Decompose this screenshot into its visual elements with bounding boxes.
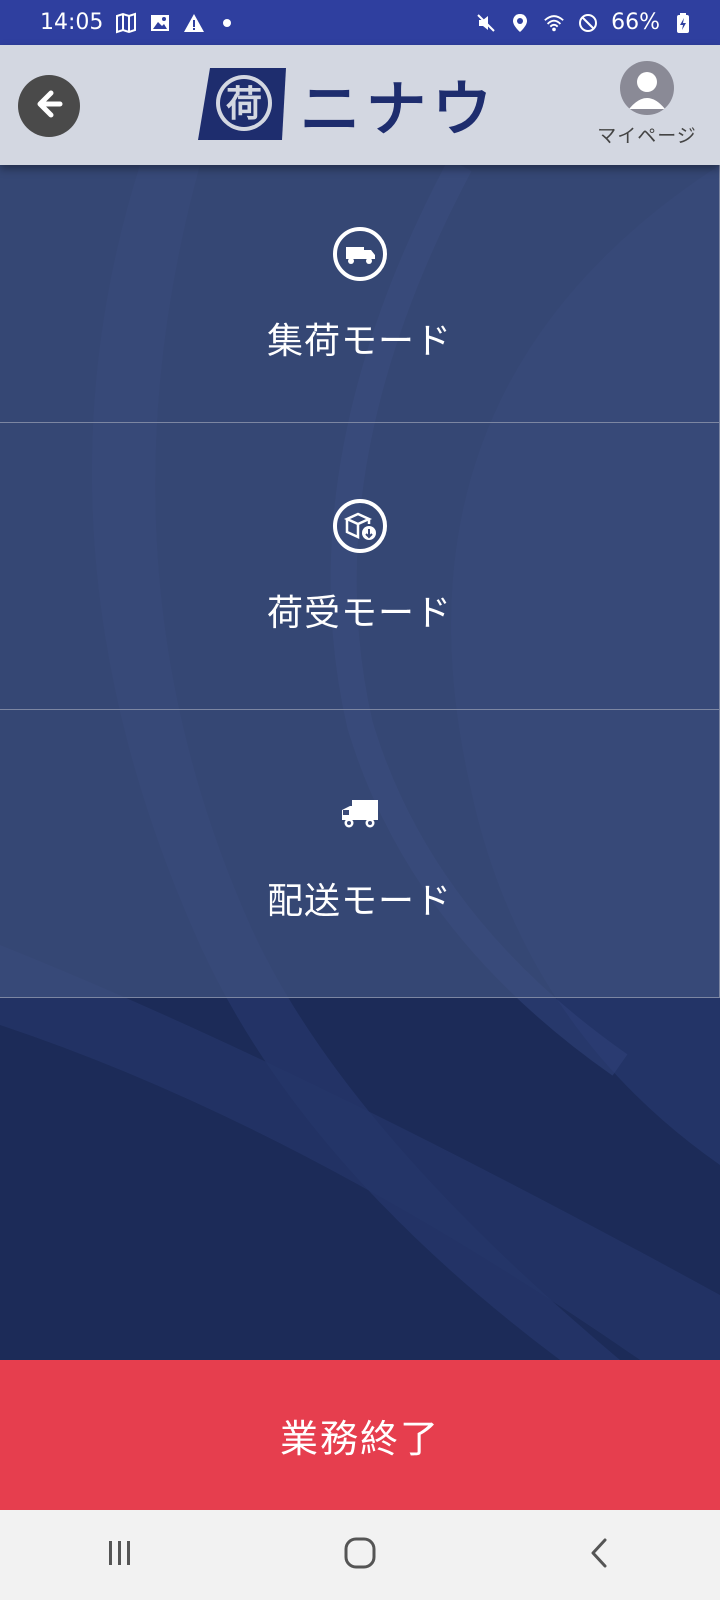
mute-icon bbox=[475, 12, 497, 34]
brand-logo: 荷 ニナウ bbox=[196, 65, 526, 145]
mode-label: 配送モード bbox=[266, 880, 452, 922]
battery-icon bbox=[672, 12, 694, 34]
truck-icon bbox=[330, 784, 390, 844]
package-receive-icon bbox=[330, 496, 390, 556]
avatar-icon bbox=[620, 61, 674, 115]
mode-label: 荷受モード bbox=[266, 593, 452, 634]
truck-circle-icon bbox=[330, 224, 390, 284]
system-nav-bar bbox=[0, 1510, 720, 1600]
back-button[interactable] bbox=[18, 75, 80, 137]
home-button[interactable] bbox=[320, 1525, 400, 1585]
location-icon bbox=[509, 12, 531, 34]
wifi-icon bbox=[543, 12, 565, 34]
recent-apps-icon bbox=[105, 1539, 135, 1571]
system-back-button[interactable] bbox=[560, 1525, 640, 1585]
notification-dot-icon bbox=[223, 18, 232, 27]
mode-item-collection[interactable]: 集荷モード bbox=[0, 165, 720, 423]
chevron-left-icon bbox=[588, 1536, 612, 1574]
end-work-button[interactable]: 業務終了 bbox=[0, 1360, 720, 1510]
app-header: 荷 ニナウ マイページ bbox=[0, 45, 720, 165]
mypage-button[interactable]: マイページ bbox=[592, 61, 702, 151]
blocked-icon bbox=[577, 12, 599, 34]
mode-item-delivery[interactable]: 配送モード bbox=[0, 710, 720, 998]
mypage-label: マイページ bbox=[597, 125, 697, 147]
status-bar: 14:05 66% bbox=[0, 0, 720, 45]
mode-item-receiving[interactable]: 荷受モード bbox=[0, 423, 720, 710]
recent-apps-button[interactable] bbox=[80, 1525, 160, 1585]
logo-mark: 荷 bbox=[226, 84, 262, 125]
logo-text: ニナウ bbox=[300, 75, 498, 145]
home-icon bbox=[343, 1536, 377, 1574]
mode-label: 集荷モード bbox=[266, 320, 452, 362]
image-icon bbox=[149, 12, 171, 34]
arrow-left-icon bbox=[29, 84, 69, 128]
status-time: 14:05 bbox=[40, 10, 104, 35]
warning-icon bbox=[183, 12, 205, 34]
mode-list: 集荷モード 荷受モード 配送モード bbox=[0, 165, 720, 998]
map-icon bbox=[115, 12, 137, 34]
battery-percent: 66% bbox=[611, 10, 660, 35]
